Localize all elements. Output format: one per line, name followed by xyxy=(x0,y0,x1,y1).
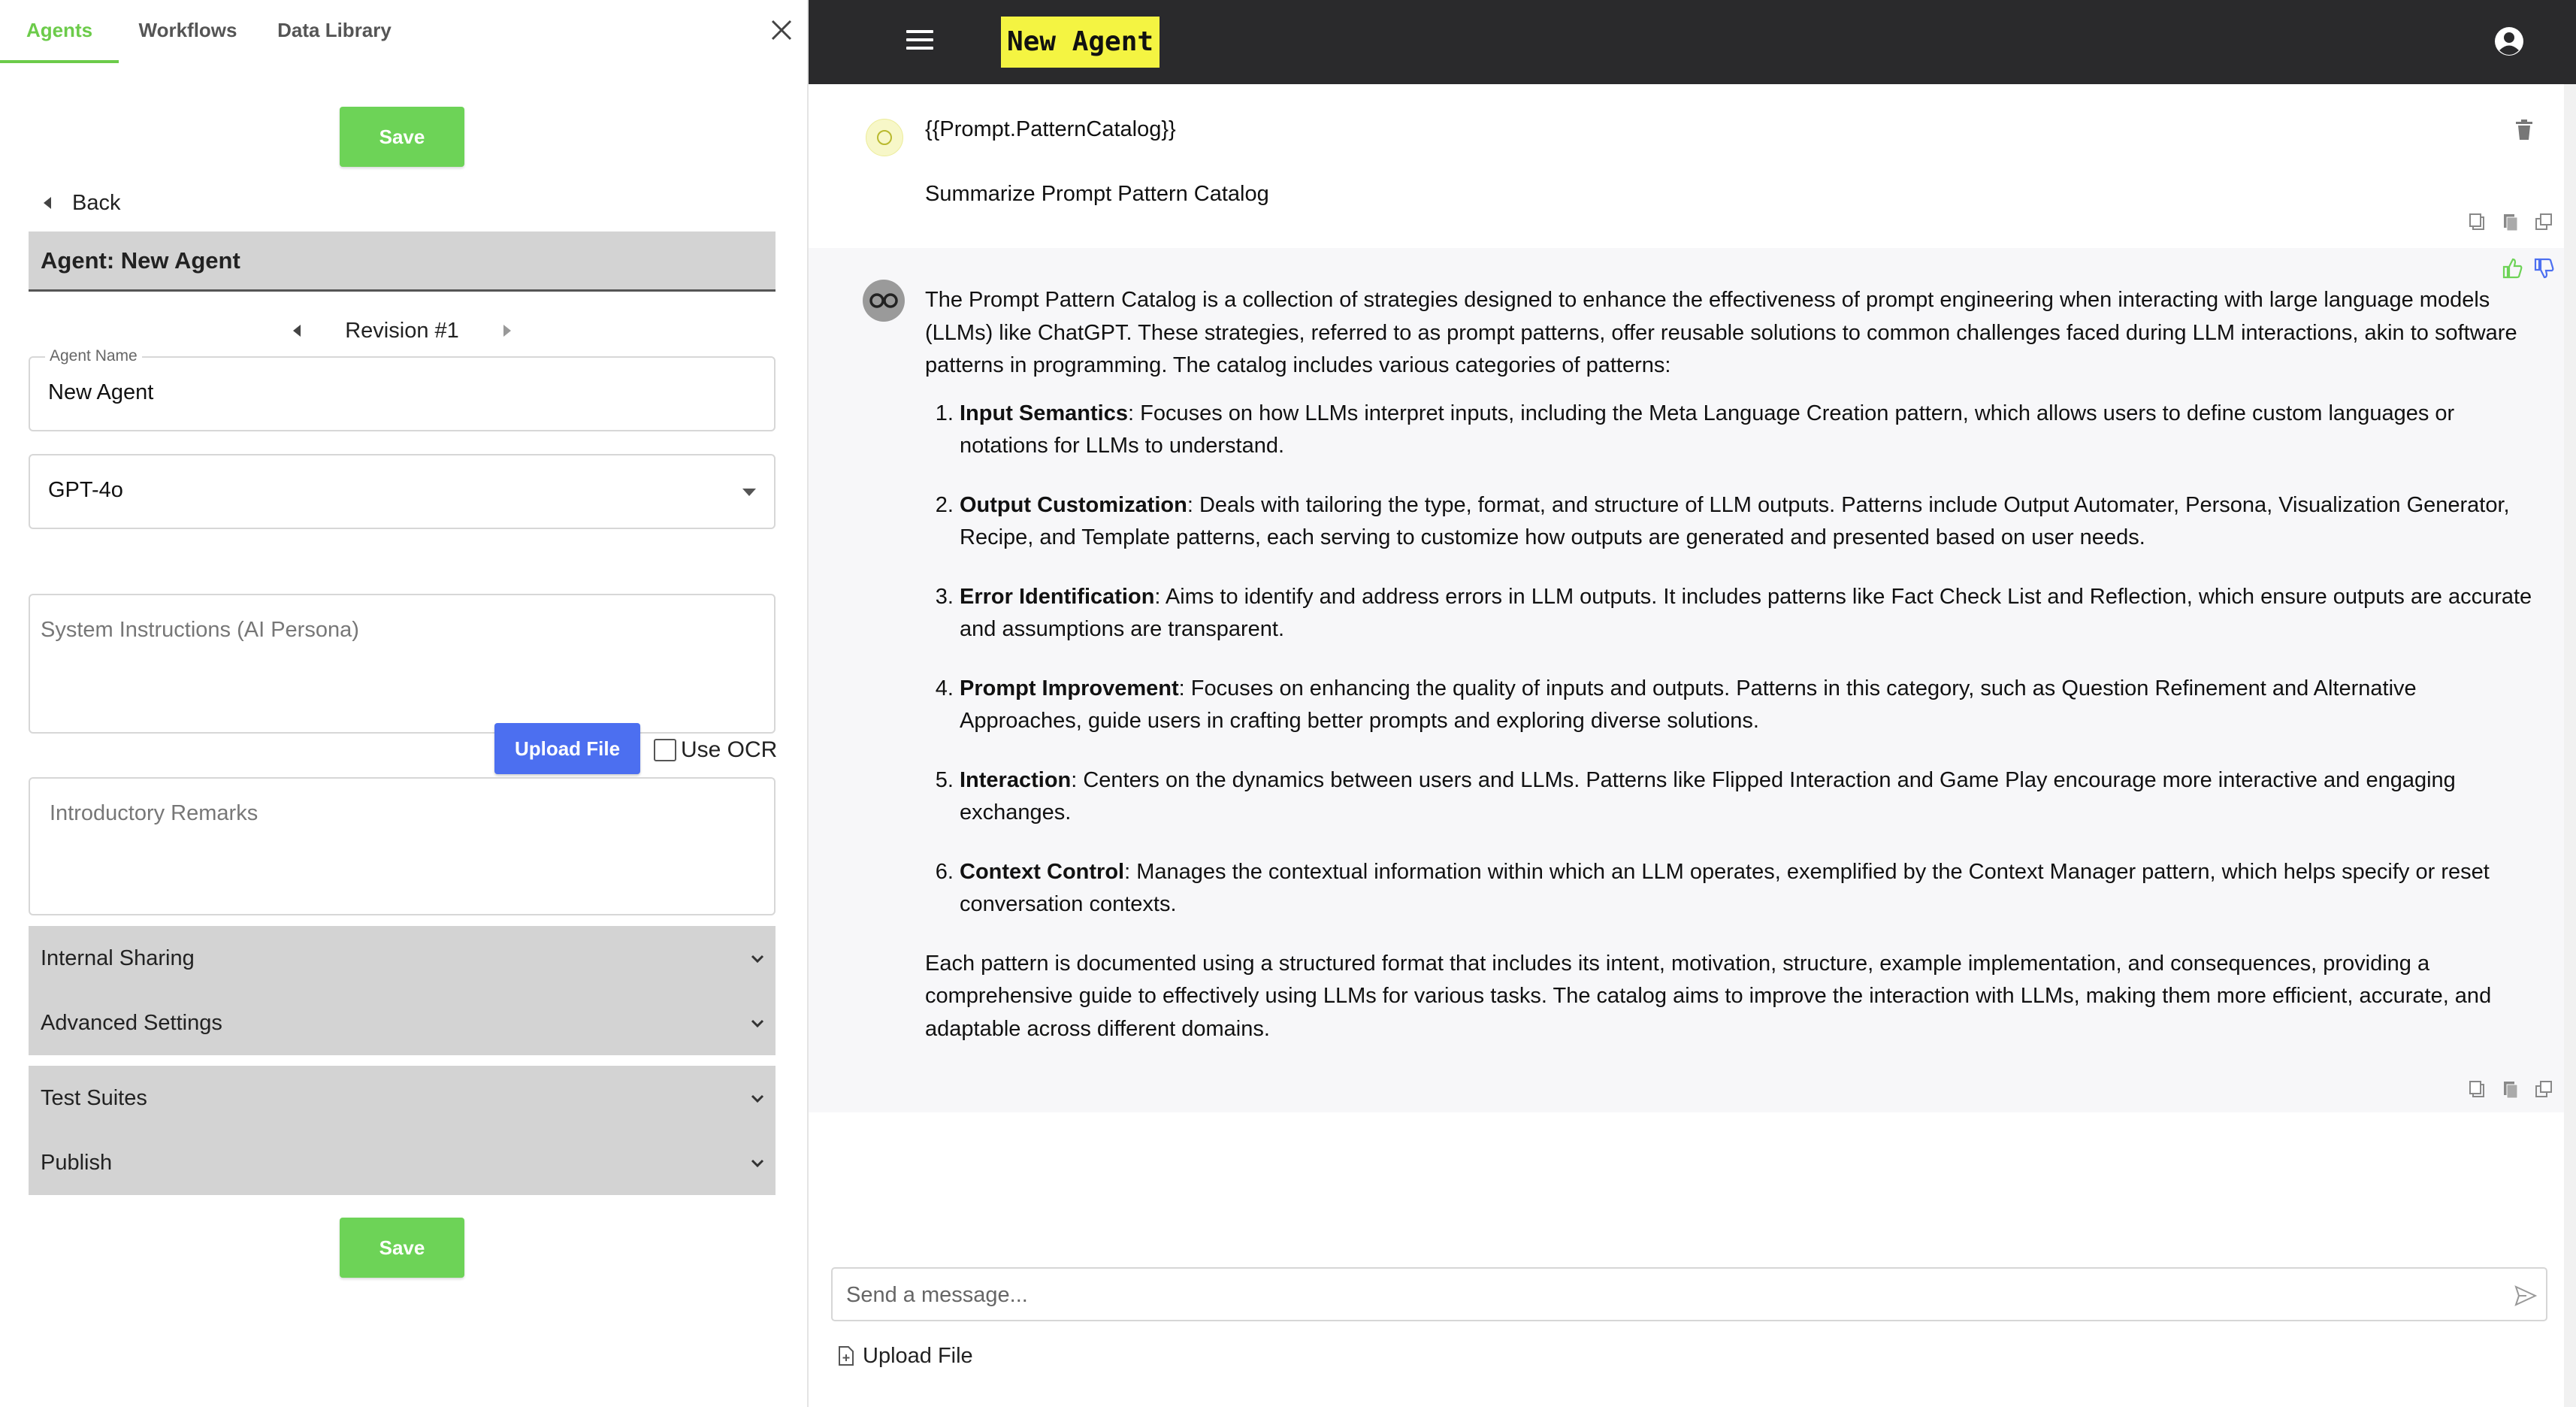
user-avatar xyxy=(866,119,903,156)
chat-panel: New Agent {{Prompt.PatternCatalog}} Summ… xyxy=(809,0,2576,1407)
chat-topbar: New Agent xyxy=(809,0,2576,84)
caret-left-icon xyxy=(44,197,51,209)
intro-remarks-input[interactable]: Introductory Remarks xyxy=(29,777,776,915)
document-icon[interactable] xyxy=(2501,1079,2520,1099)
accordion-group-settings: Internal Sharing Advanced Settings xyxy=(29,926,776,1055)
list-item-text: : Focuses on enhancing the quality of in… xyxy=(960,676,2417,734)
copy-icon[interactable] xyxy=(2468,212,2487,231)
message-composer xyxy=(831,1267,2547,1321)
chevron-down-icon xyxy=(751,955,764,964)
list-item: Context Control: Manages the contextual … xyxy=(960,856,2541,921)
app-root: Agents Workflows Data Library Save Back … xyxy=(0,0,2576,1407)
chevron-down-icon xyxy=(751,1159,764,1168)
upload-file-button[interactable]: Upload File xyxy=(494,723,640,774)
list-item-title: Input Semantics xyxy=(960,401,1128,425)
user-message-text: Summarize Prompt Pattern Catalog xyxy=(925,182,1269,206)
duplicate-icon[interactable] xyxy=(2534,212,2553,231)
user-message-prompt-ref: {{Prompt.PatternCatalog}} xyxy=(925,117,1176,141)
list-item-title: Error Identification xyxy=(960,584,1155,609)
send-icon[interactable] xyxy=(2514,1285,2537,1306)
use-ocr-label: Use OCR xyxy=(681,737,778,762)
next-revision-icon[interactable] xyxy=(503,325,511,337)
save-button-top[interactable]: Save xyxy=(340,107,464,167)
tab-workflows[interactable]: Workflows xyxy=(132,0,243,63)
accordion-group-publish: Test Suites Publish xyxy=(29,1066,776,1195)
accordion-test-suites[interactable]: Test Suites xyxy=(29,1066,776,1130)
list-item: Error Identification: Aims to identify a… xyxy=(960,581,2541,646)
agent-name-label: Agent Name xyxy=(45,347,142,365)
agent-name-value: New Agent xyxy=(48,380,154,404)
system-instructions-placeholder: System Instructions (AI Persona) xyxy=(41,618,359,642)
assistant-message-actions xyxy=(2468,1079,2553,1099)
file-upload-icon xyxy=(839,1346,854,1366)
model-selected-value: GPT-4o xyxy=(48,478,123,502)
intro-remarks-placeholder: Introductory Remarks xyxy=(50,801,259,825)
list-item-text: : Deals with tailoring the type, format,… xyxy=(960,492,2510,550)
user-message-actions xyxy=(2468,212,2553,231)
accordion-label: Test Suites xyxy=(41,1086,147,1110)
upload-file-label: Upload File xyxy=(863,1343,973,1368)
back-button[interactable]: Back xyxy=(44,188,120,218)
thumbs-down-icon[interactable] xyxy=(2532,257,2555,280)
accordion-label: Publish xyxy=(41,1151,113,1175)
copy-icon[interactable] xyxy=(2468,1079,2487,1099)
chat-upload-file-button[interactable]: Upload File xyxy=(837,1341,973,1371)
list-item-title: Prompt Improvement xyxy=(960,676,1179,700)
list-item-title: Interaction xyxy=(960,767,1072,792)
thumbs-up-icon[interactable] xyxy=(2501,257,2523,280)
assistant-outro: Each pattern is documented using a struc… xyxy=(925,951,2492,1041)
user-message: {{Prompt.PatternCatalog}} Summarize Prom… xyxy=(809,84,2564,248)
chat-title: New Agent xyxy=(1001,17,1160,68)
chevron-down-icon xyxy=(751,1094,764,1103)
accordion-internal-sharing[interactable]: Internal Sharing xyxy=(29,926,776,991)
use-ocr-checkbox[interactable]: Use OCR xyxy=(654,735,777,765)
list-item-text: : Aims to identify and address errors in… xyxy=(960,584,2532,642)
revision-selector: Revision #1 xyxy=(293,314,511,347)
revision-label: Revision #1 xyxy=(345,318,459,343)
back-label: Back xyxy=(72,190,121,215)
list-item: Input Semantics: Focuses on how LLMs int… xyxy=(960,398,2541,463)
close-icon[interactable] xyxy=(766,15,797,45)
pattern-category-list: Input Semantics: Focuses on how LLMs int… xyxy=(960,398,2541,921)
list-item: Prompt Improvement: Focuses on enhancing… xyxy=(960,673,2541,738)
chevron-down-icon xyxy=(751,1019,764,1028)
accordion-label: Internal Sharing xyxy=(41,946,195,970)
list-item: Interaction: Centers on the dynamics bet… xyxy=(960,764,2541,830)
prev-revision-icon[interactable] xyxy=(293,325,301,337)
list-item-text: : Manages the contextual information wit… xyxy=(960,859,2490,917)
list-item: Output Customization: Deals with tailori… xyxy=(960,489,2541,555)
model-select[interactable]: GPT-4o xyxy=(29,454,776,529)
agent-editor-panel: Agents Workflows Data Library Save Back … xyxy=(0,0,809,1407)
accordion-advanced-settings[interactable]: Advanced Settings xyxy=(29,991,776,1055)
list-item-text: : Centers on the dynamics between users … xyxy=(960,767,2456,825)
duplicate-icon[interactable] xyxy=(2534,1079,2553,1099)
trash-icon[interactable] xyxy=(2514,119,2534,141)
save-button-bottom[interactable]: Save xyxy=(340,1218,464,1278)
accordion-label: Advanced Settings xyxy=(41,1011,222,1035)
menu-icon[interactable] xyxy=(906,30,933,53)
account-icon[interactable] xyxy=(2493,26,2525,57)
message-input[interactable] xyxy=(846,1276,2484,1314)
tab-agents[interactable]: Agents xyxy=(0,0,119,63)
agent-name-field[interactable]: Agent Name New Agent xyxy=(29,347,776,431)
list-item-title: Output Customization xyxy=(960,492,1187,517)
feedback-buttons xyxy=(2501,257,2555,280)
system-instructions-input[interactable]: System Instructions (AI Persona) xyxy=(29,594,776,734)
assistant-intro: The Prompt Pattern Catalog is a collecti… xyxy=(925,288,2517,377)
chat-scrollbar[interactable] xyxy=(2564,84,2576,1407)
checkbox-icon[interactable] xyxy=(654,739,676,761)
tab-data-library[interactable]: Data Library xyxy=(266,0,403,63)
dropdown-arrow-icon xyxy=(742,489,756,496)
panel-tabs: Agents Workflows Data Library xyxy=(0,0,809,63)
assistant-message: The Prompt Pattern Catalog is a collecti… xyxy=(809,248,2564,1112)
document-icon[interactable] xyxy=(2501,212,2520,231)
assistant-message-body: The Prompt Pattern Catalog is a collecti… xyxy=(925,284,2541,1061)
glasses-icon xyxy=(869,293,898,308)
assistant-avatar xyxy=(863,280,905,322)
accordion-publish[interactable]: Publish xyxy=(29,1130,776,1195)
list-item-title: Context Control xyxy=(960,859,1125,884)
list-item-text: : Focuses on how LLMs interpret inputs, … xyxy=(960,401,2455,458)
agent-header: Agent: New Agent xyxy=(29,231,776,292)
